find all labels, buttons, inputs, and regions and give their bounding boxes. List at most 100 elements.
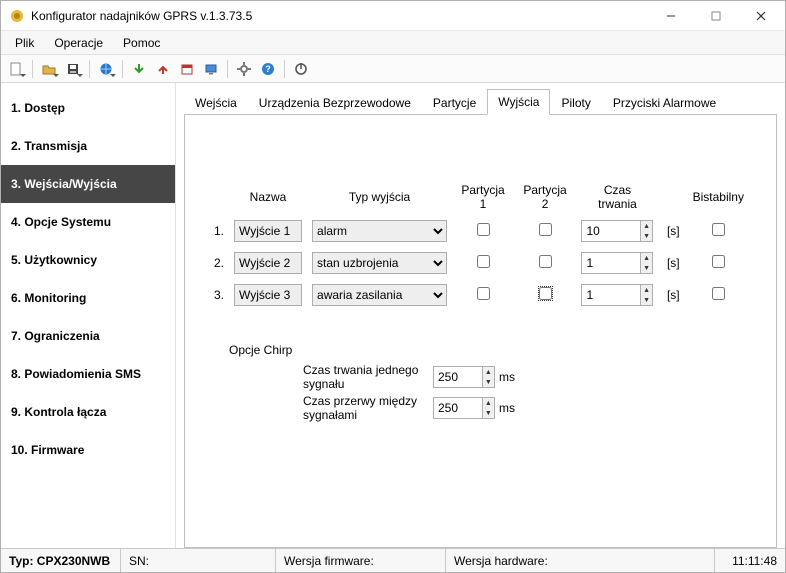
output-row: 2. stan uzbrojenia ▲▼ [s] <box>213 251 748 275</box>
sidebar-item-powiadomienia-sms[interactable]: 8. Powiadomienia SMS <box>1 355 175 393</box>
tab-wejscia[interactable]: Wejścia <box>184 90 248 115</box>
svg-text:?: ? <box>265 64 271 74</box>
sidebar-item-ograniczenia[interactable]: 7. Ograniczenia <box>1 317 175 355</box>
menubar: Plik Operacje Pomoc <box>1 31 785 55</box>
output-name-input[interactable] <box>234 284 302 306</box>
sidebar-item-dostep[interactable]: 1. Dostęp <box>1 89 175 127</box>
col-partycja2: Partycja 2 <box>518 183 572 211</box>
status-firmware: Wersja firmware: <box>276 549 446 572</box>
chirp-gap-label: Czas przerwy między sygnałami <box>303 394 433 423</box>
chirp-title: Opcje Chirp <box>229 343 756 357</box>
output-row: 3. awaria zasilania ▲▼ [s] <box>213 283 748 307</box>
partycja2-checkbox[interactable] <box>539 223 552 236</box>
col-type: Typ wyjścia <box>311 183 448 211</box>
duration-unit: [s] <box>663 251 681 275</box>
minimize-button[interactable] <box>648 2 693 30</box>
partycja1-checkbox[interactable] <box>477 255 490 268</box>
download-button[interactable] <box>128 58 150 80</box>
sidebar-item-firmware[interactable]: 10. Firmware <box>1 431 175 469</box>
output-type-select[interactable]: alarm <box>312 220 447 242</box>
row-index: 3. <box>213 283 225 307</box>
settings-button[interactable] <box>233 58 255 80</box>
spin-down-icon[interactable]: ▼ <box>483 377 494 387</box>
chirp-unit: ms <box>495 401 515 415</box>
open-button[interactable] <box>38 58 60 80</box>
row-index: 1. <box>213 219 225 243</box>
partycja1-checkbox[interactable] <box>477 287 490 300</box>
close-button[interactable] <box>738 2 783 30</box>
partycja1-checkbox[interactable] <box>477 223 490 236</box>
tab-urzadzenia-bezprzewodowe[interactable]: Urządzenia Bezprzewodowe <box>248 90 422 115</box>
toolbar-separator <box>122 60 123 78</box>
status-hardware: Wersja hardware: <box>446 549 715 572</box>
tab-wyjscia[interactable]: Wyjścia <box>487 89 550 115</box>
toolbar: ? <box>1 55 785 83</box>
output-type-select[interactable]: stan uzbrojenia <box>312 252 447 274</box>
sidebar-item-kontrola-lacza[interactable]: 9. Kontrola łącza <box>1 393 175 431</box>
content: Wejścia Urządzenia Bezprzewodowe Partycj… <box>176 83 785 548</box>
spin-up-icon[interactable]: ▲ <box>483 398 494 408</box>
col-bistable: Bistabilny <box>689 183 748 211</box>
new-file-button[interactable] <box>5 58 27 80</box>
row-index: 2. <box>213 251 225 275</box>
outputs-table: Nazwa Typ wyjścia Partycja 1 Partycja 2 … <box>205 175 756 315</box>
col-duration: Czas trwania <box>580 183 655 211</box>
monitor-button[interactable] <box>200 58 222 80</box>
toolbar-separator <box>227 60 228 78</box>
status-type: Typ: CPX230NWB <box>1 549 121 572</box>
menu-plik[interactable]: Plik <box>5 33 44 53</box>
sidebar: 1. Dostęp 2. Transmisja 3. Wejścia/Wyjśc… <box>1 83 176 548</box>
maximize-button[interactable] <box>693 2 738 30</box>
status-sn: SN: <box>121 549 276 572</box>
titlebar: Konfigurator nadajników GPRS v.1.3.73.5 <box>1 1 785 31</box>
bistable-checkbox[interactable] <box>712 223 725 236</box>
output-name-input[interactable] <box>234 252 302 274</box>
power-button[interactable] <box>290 58 312 80</box>
output-type-select[interactable]: awaria zasilania <box>312 284 447 306</box>
menu-pomoc[interactable]: Pomoc <box>113 33 170 53</box>
tab-partycje[interactable]: Partycje <box>422 90 487 115</box>
tab-panel-wyjscia: Nazwa Typ wyjścia Partycja 1 Partycja 2 … <box>184 115 777 548</box>
chirp-signal-spinner[interactable]: ▲▼ <box>433 366 495 388</box>
spin-down-icon[interactable]: ▼ <box>641 231 653 241</box>
partycja2-checkbox[interactable] <box>539 255 552 268</box>
output-row: 1. alarm ▲▼ [s] <box>213 219 748 243</box>
upload-button[interactable] <box>152 58 174 80</box>
bistable-checkbox[interactable] <box>712 255 725 268</box>
sidebar-item-monitoring[interactable]: 6. Monitoring <box>1 279 175 317</box>
tab-przyciski-alarmowe[interactable]: Przyciski Alarmowe <box>602 90 727 115</box>
sidebar-item-wejscia-wyjscia[interactable]: 3. Wejścia/Wyjścia <box>1 165 175 203</box>
spin-up-icon[interactable]: ▲ <box>641 253 653 263</box>
output-name-input[interactable] <box>234 220 302 242</box>
bistable-checkbox[interactable] <box>712 287 725 300</box>
sidebar-item-transmisja[interactable]: 2. Transmisja <box>1 127 175 165</box>
spin-down-icon[interactable]: ▼ <box>641 263 653 273</box>
sidebar-item-opcje-systemu[interactable]: 4. Opcje Systemu <box>1 203 175 241</box>
window-title: Konfigurator nadajników GPRS v.1.3.73.5 <box>31 9 648 23</box>
toolbar-separator <box>89 60 90 78</box>
tabs: Wejścia Urządzenia Bezprzewodowe Partycj… <box>184 89 777 115</box>
duration-unit: [s] <box>663 283 681 307</box>
duration-spinner[interactable]: ▲▼ <box>581 284 653 306</box>
save-button[interactable] <box>62 58 84 80</box>
window-buttons <box>648 2 783 30</box>
chirp-gap-spinner[interactable]: ▲▼ <box>433 397 495 419</box>
toolbar-separator <box>284 60 285 78</box>
tab-piloty[interactable]: Piloty <box>550 90 601 115</box>
spin-down-icon[interactable]: ▼ <box>483 408 494 418</box>
duration-spinner[interactable]: ▲▼ <box>581 220 653 242</box>
status-clock: 11:11:48 <box>715 549 785 572</box>
help-button[interactable]: ? <box>257 58 279 80</box>
spin-up-icon[interactable]: ▲ <box>641 221 653 231</box>
main-area: 1. Dostęp 2. Transmisja 3. Wejścia/Wyjśc… <box>1 83 785 548</box>
spin-up-icon[interactable]: ▲ <box>641 285 653 295</box>
spin-down-icon[interactable]: ▼ <box>641 295 653 305</box>
globe-button[interactable] <box>95 58 117 80</box>
partycja2-checkbox[interactable] <box>539 287 552 300</box>
menu-operacje[interactable]: Operacje <box>44 33 113 53</box>
spin-up-icon[interactable]: ▲ <box>483 367 494 377</box>
sidebar-item-uzytkownicy[interactable]: 5. Użytkownicy <box>1 241 175 279</box>
calendar-button[interactable] <box>176 58 198 80</box>
chirp-unit: ms <box>495 370 515 384</box>
duration-spinner[interactable]: ▲▼ <box>581 252 653 274</box>
